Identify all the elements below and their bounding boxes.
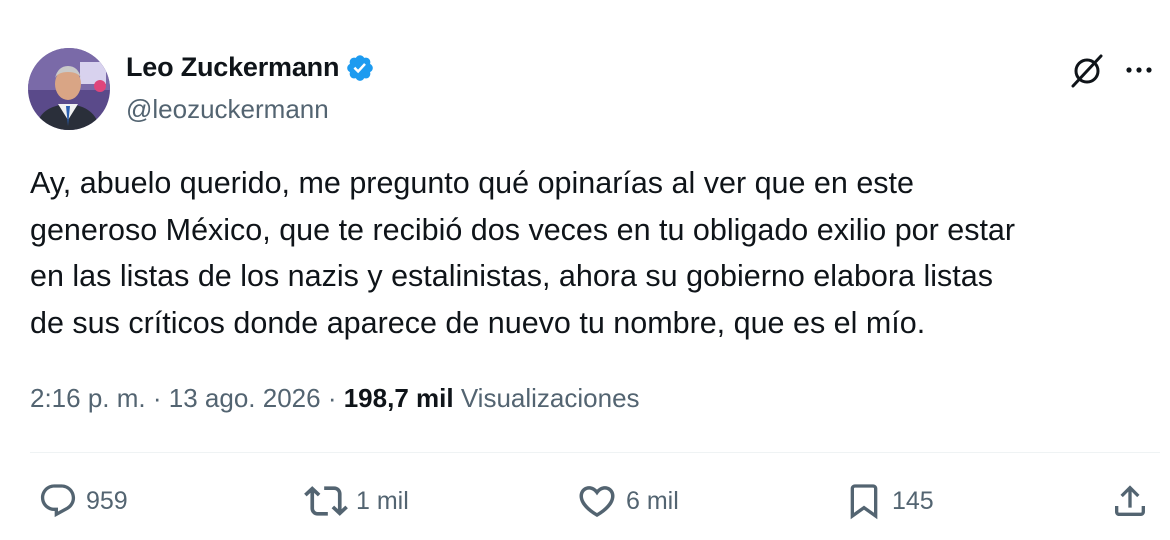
like-count: 6 mil: [626, 486, 679, 515]
meta-separator: ·: [327, 383, 337, 413]
tweet-text: Ay, abuelo querido, me pregunto qué opin…: [30, 166, 1016, 340]
share-icon: [1110, 481, 1150, 521]
verified-badge-icon[interactable]: [345, 53, 375, 83]
bookmark-button[interactable]: 145: [844, 478, 934, 524]
author-handle[interactable]: @leozuckermann: [126, 94, 329, 125]
more-dots-icon[interactable]: [1122, 56, 1156, 84]
tweet-time[interactable]: 2:16 p. m.: [30, 383, 146, 413]
heart-icon: [576, 480, 618, 522]
retweet-count: 1 mil: [356, 486, 409, 515]
share-button[interactable]: [1110, 478, 1150, 524]
views-label: Visualizaciones: [460, 383, 640, 413]
divider: [30, 452, 1160, 453]
reply-icon: [38, 481, 78, 521]
retweet-icon: [304, 479, 348, 523]
retweet-button[interactable]: 1 mil: [304, 478, 409, 524]
tweet-meta: 2:16 p. m. · 13 ago. 2026 · 198,7 mil Vi…: [30, 383, 640, 414]
bookmark-icon: [844, 481, 884, 521]
like-button[interactable]: 6 mil: [576, 478, 679, 524]
views-count: 198,7 mil: [343, 383, 454, 413]
reply-button[interactable]: 959: [38, 478, 128, 524]
author-avatar[interactable]: [28, 48, 110, 130]
meta-separator: ·: [152, 383, 162, 413]
author-name-row: Leo Zuckermann: [126, 52, 375, 83]
author-display-name[interactable]: Leo Zuckermann: [126, 52, 339, 83]
reply-count: 959: [86, 486, 128, 515]
tweet-date[interactable]: 13 ago. 2026: [169, 383, 321, 413]
grok-icon[interactable]: [1068, 52, 1106, 90]
bookmark-count: 145: [892, 486, 934, 515]
